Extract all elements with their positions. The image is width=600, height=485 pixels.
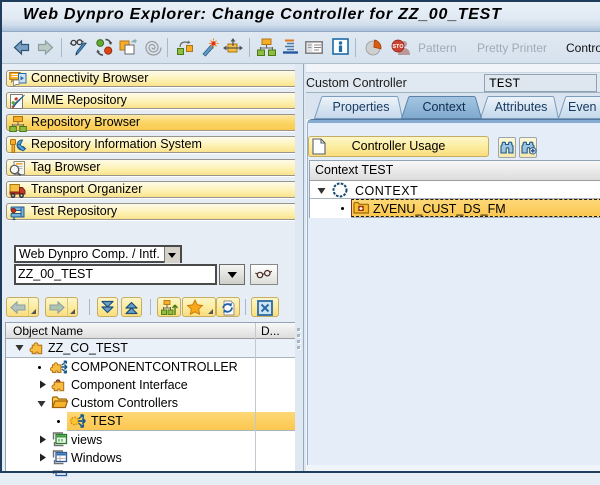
svg-text:Even: Even [568,100,597,114]
svg-text:Context: Context [422,100,466,114]
svg-text:STO: STO [392,44,404,50]
svg-text:Properties: Properties [333,100,390,114]
svg-text:Attributes: Attributes [495,100,548,114]
